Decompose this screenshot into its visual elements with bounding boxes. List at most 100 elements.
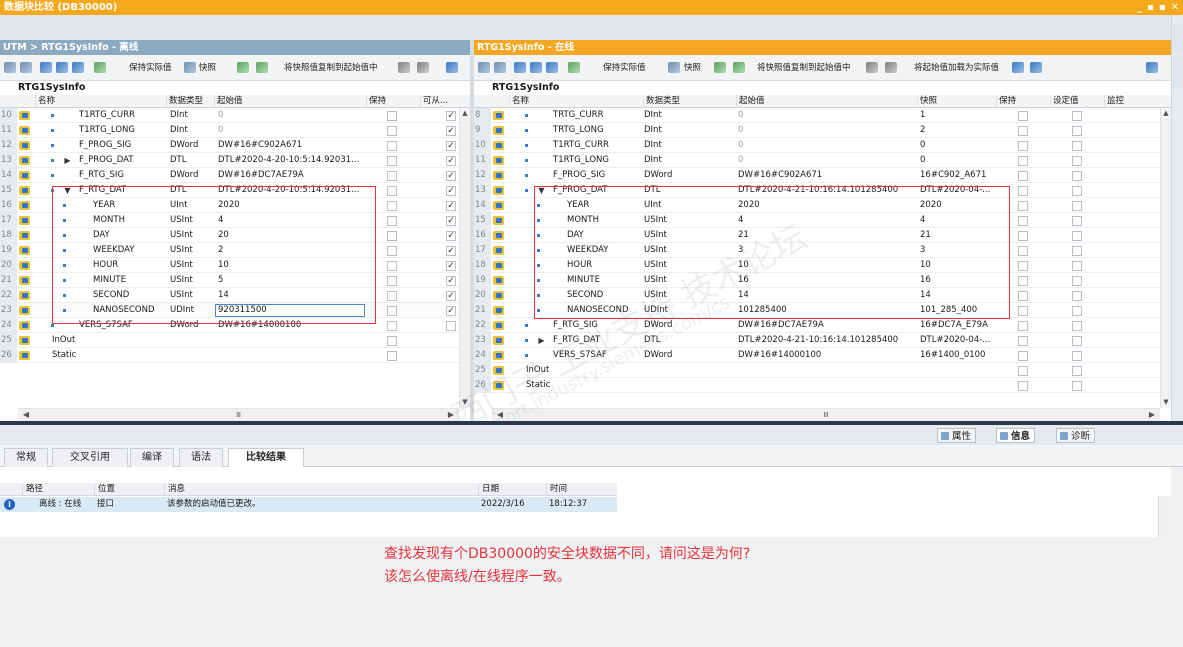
- setpoint-checkbox[interactable]: [1072, 126, 1082, 136]
- list-icon[interactable]: [72, 62, 84, 73]
- table-row[interactable]: 11 T1RTG_LONG DInt 0 0: [474, 153, 1171, 168]
- retain-checkbox[interactable]: [1018, 111, 1028, 121]
- retain-checkbox[interactable]: [387, 231, 397, 241]
- retain-checkbox[interactable]: [1018, 351, 1028, 361]
- access-checkbox[interactable]: ✓: [446, 201, 456, 211]
- tab-general[interactable]: 常规: [4, 448, 48, 467]
- retain-checkbox[interactable]: [387, 111, 397, 121]
- retain-checkbox[interactable]: [1018, 261, 1028, 271]
- restore-icon[interactable]: ▪: [1147, 0, 1154, 15]
- copy-snapshot-button[interactable]: 将快照值复制到起始值中: [284, 62, 378, 74]
- tab-compare-result[interactable]: 比较结果: [228, 448, 304, 467]
- retain-checkbox[interactable]: [387, 276, 397, 286]
- info-tab[interactable]: 信息: [996, 428, 1036, 443]
- load-more-icon[interactable]: [885, 62, 897, 73]
- online-hscroll[interactable]: ◀ Ⅲ ▶: [492, 408, 1160, 421]
- retain-checkbox[interactable]: [387, 261, 397, 271]
- hdr-path[interactable]: 路径: [22, 483, 94, 496]
- col-name[interactable]: 名称: [509, 95, 643, 108]
- col-snapshot[interactable]: 快照: [917, 95, 996, 108]
- setpoint-checkbox[interactable]: [1072, 291, 1082, 301]
- retain-checkbox[interactable]: [387, 171, 397, 181]
- copy-icon[interactable]: [237, 62, 249, 73]
- expand-icon[interactable]: ▶: [63, 156, 72, 165]
- row-start-value[interactable]: DW#16#DC7AE79A: [738, 318, 916, 333]
- table-row[interactable]: 10 T1RTG_CURR DInt 0 0: [474, 138, 1171, 153]
- retain-checkbox[interactable]: [387, 291, 397, 301]
- snapshot-icon[interactable]: [668, 62, 680, 73]
- row-start-value[interactable]: 0: [738, 138, 916, 153]
- col-name[interactable]: 名称: [35, 95, 166, 108]
- setpoint-checkbox[interactable]: [1072, 186, 1082, 196]
- table-row[interactable]: 25 InOut: [0, 333, 470, 348]
- setpoint-checkbox[interactable]: [1072, 276, 1082, 286]
- row-start-value[interactable]: DTL#2020-4-20-10:5:14.92031...: [218, 153, 364, 168]
- scroll-up-icon[interactable]: ▲: [460, 108, 470, 119]
- retain-checkbox[interactable]: [1018, 366, 1028, 376]
- copy-snapshot-button[interactable]: 将快照值复制到起始值中: [757, 62, 851, 74]
- row-start-value[interactable]: [218, 348, 364, 363]
- row-start-value[interactable]: DW#16#C902A671: [218, 138, 364, 153]
- col-start[interactable]: 起始值: [214, 95, 366, 108]
- table-row[interactable]: 14 F_RTG_SIG DWord DW#16#DC7AE79A ✓: [0, 168, 470, 183]
- col-start[interactable]: 起始值: [736, 95, 917, 108]
- access-checkbox[interactable]: ✓: [446, 156, 456, 166]
- collapse-all-icon[interactable]: [56, 62, 68, 73]
- access-checkbox[interactable]: ✓: [446, 126, 456, 136]
- access-checkbox[interactable]: ✓: [446, 186, 456, 196]
- row-start-value[interactable]: [738, 378, 916, 393]
- setpoint-checkbox[interactable]: [1072, 156, 1082, 166]
- table-row[interactable]: 12 F_PROG_SIG DWord DW#16#C902A671 ✓: [0, 138, 470, 153]
- setpoint-checkbox[interactable]: [1072, 216, 1082, 226]
- table-row[interactable]: 22 F_RTG_SIG DWord DW#16#DC7AE79A 16#DC7A_E7…: [474, 318, 1171, 333]
- row-start-value[interactable]: 0: [218, 108, 364, 123]
- tab-syntax[interactable]: 语法: [179, 448, 223, 467]
- minimize-icon[interactable]: _: [1137, 0, 1142, 15]
- row-start-value[interactable]: DTL#2020-4-21-10:16:14.101285400: [738, 333, 916, 348]
- setpoint-checkbox[interactable]: [1072, 231, 1082, 241]
- retain-checkbox[interactable]: [387, 351, 397, 361]
- maximize-icon[interactable]: ▪: [1159, 0, 1166, 15]
- copy-icon[interactable]: [714, 62, 726, 73]
- collapse-all-icon[interactable]: [530, 62, 542, 73]
- result-vscroll[interactable]: [1158, 496, 1171, 537]
- close-icon[interactable]: ✕: [1171, 0, 1179, 15]
- retain-checkbox[interactable]: [1018, 201, 1028, 211]
- table-row[interactable]: 8 TRTG_CURR DInt 0 1: [474, 108, 1171, 123]
- retain-checkbox[interactable]: [1018, 186, 1028, 196]
- result-row[interactable]: i 离线 : 在线 接口 该参数的启动值已更改。 2022/3/16 18:12…: [0, 497, 617, 512]
- retain-checkbox[interactable]: [387, 141, 397, 151]
- col-type[interactable]: 数据类型: [166, 95, 214, 108]
- table-row[interactable]: 10 T1RTG_CURR DInt 0 ✓: [0, 108, 470, 123]
- retain-checkbox[interactable]: [1018, 336, 1028, 346]
- scroll-down-icon[interactable]: ▼: [460, 397, 470, 408]
- panel-settings-icon[interactable]: [1146, 62, 1158, 73]
- setpoint-checkbox[interactable]: [1072, 261, 1082, 271]
- row-start-value[interactable]: DW#16#DC7AE79A: [218, 168, 364, 183]
- retain-checkbox[interactable]: [1018, 246, 1028, 256]
- properties-tab[interactable]: 属性: [937, 428, 977, 443]
- result-location[interactable]: 接口: [94, 497, 114, 512]
- setpoint-checkbox[interactable]: [1072, 321, 1082, 331]
- list-icon[interactable]: [546, 62, 558, 73]
- row-start-value[interactable]: DW#16#14000100: [738, 348, 916, 363]
- retain-checkbox[interactable]: [387, 201, 397, 211]
- load-icon[interactable]: [398, 62, 410, 73]
- row-start-value[interactable]: [738, 363, 916, 378]
- expand-all-icon[interactable]: [514, 62, 526, 73]
- table-row[interactable]: 9 TRTG_LONG DInt 0 2: [474, 123, 1171, 138]
- setpoint-checkbox[interactable]: [1072, 111, 1082, 121]
- retain-checkbox[interactable]: [1018, 321, 1028, 331]
- snapshot-button[interactable]: 快照: [199, 62, 216, 74]
- tab-cross-reference[interactable]: 交叉引用: [52, 448, 128, 467]
- table-row[interactable]: 26 Static: [474, 378, 1171, 393]
- setpoint-checkbox[interactable]: [1072, 381, 1082, 391]
- col-access[interactable]: 可从...: [420, 95, 459, 108]
- retain-checkbox[interactable]: [387, 336, 397, 346]
- setpoint-checkbox[interactable]: [1072, 141, 1082, 151]
- task-tab[interactable]: [1173, 23, 1183, 53]
- expand-icon[interactable]: ▶: [537, 336, 546, 345]
- access-checkbox[interactable]: ✓: [446, 216, 456, 226]
- paste-icon[interactable]: [256, 62, 268, 73]
- table-row[interactable]: 12 F_PROG_SIG DWord DW#16#C902A671 16#C902_A…: [474, 168, 1171, 183]
